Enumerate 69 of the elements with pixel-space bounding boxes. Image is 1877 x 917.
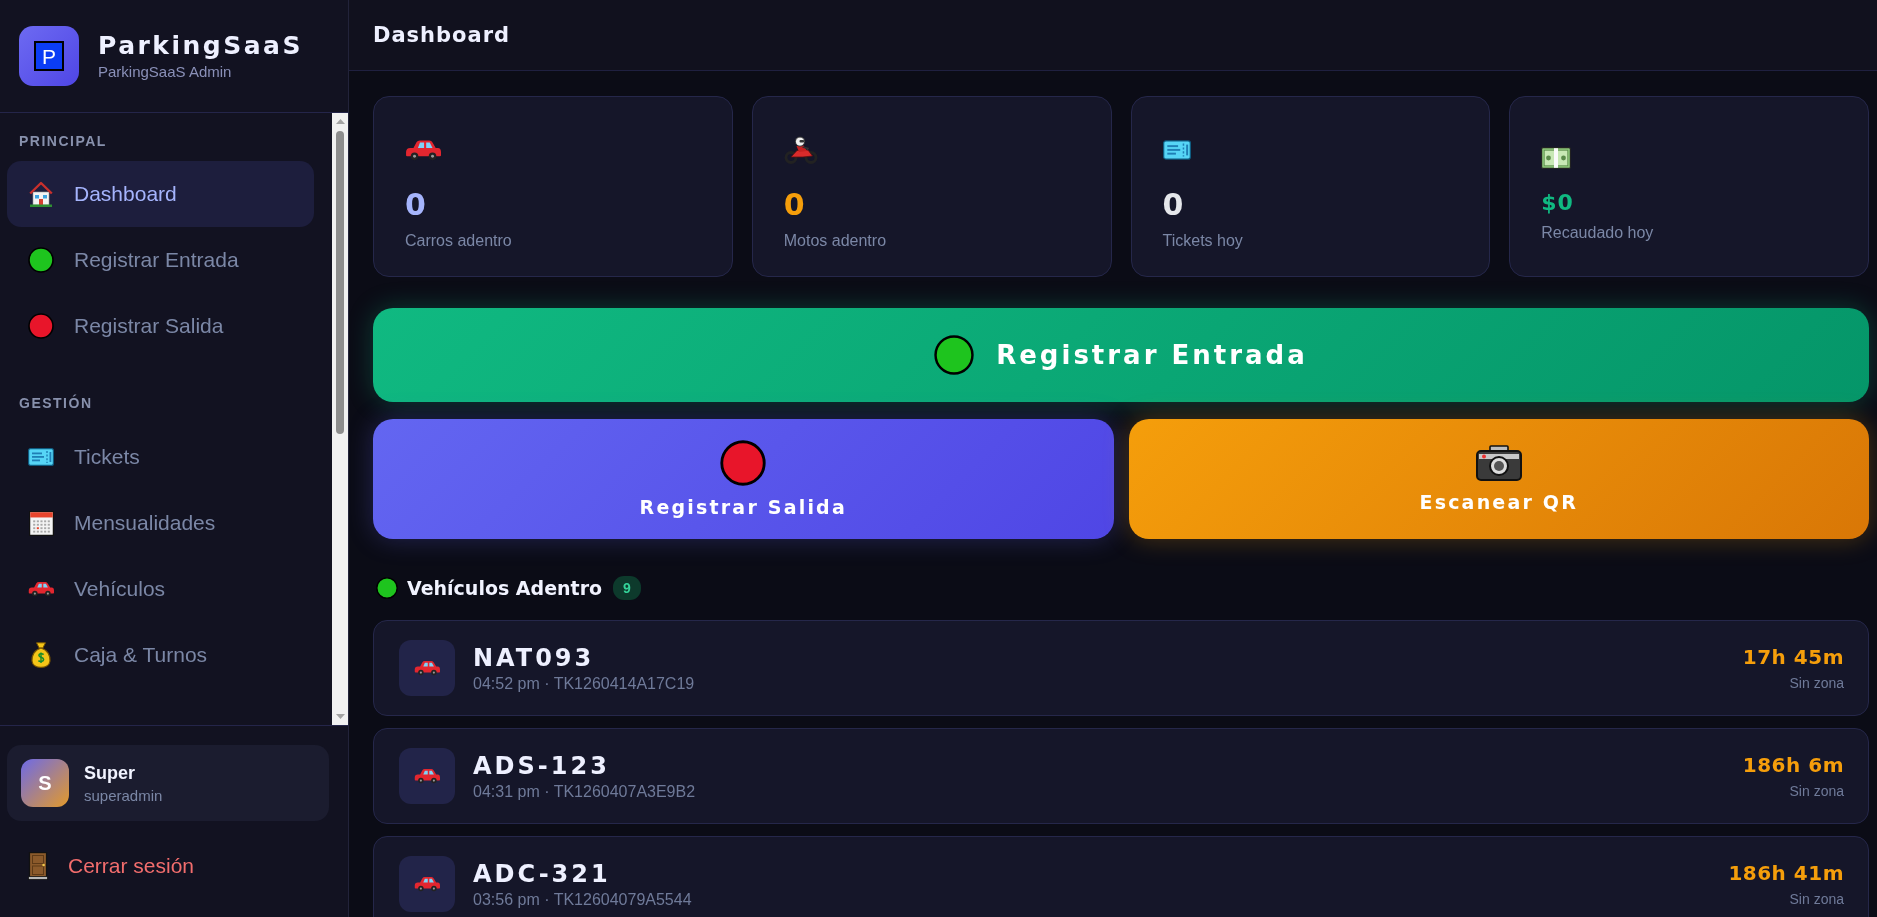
car-icon — [399, 640, 455, 696]
calendar-icon — [28, 510, 54, 536]
parking-sign: P — [34, 41, 64, 71]
stat-value: 0 — [405, 190, 427, 220]
scroll-up-icon — [335, 119, 345, 124]
nav-item[interactable]: Registrar Salida — [7, 293, 314, 359]
stat-label: Recaudado hoy — [1541, 224, 1654, 242]
plate-number: ADC-321 — [473, 859, 612, 888]
house-icon — [29, 181, 53, 207]
nav-item[interactable]: Dashboard — [7, 161, 314, 227]
entry-details: 04:31 pm · TK1260407A3E9B2 — [473, 781, 697, 801]
status-dot-icon — [376, 577, 398, 599]
car-icon — [399, 748, 455, 804]
user-handle: superadmin — [84, 786, 163, 804]
duration: 17h 45m — [1742, 644, 1844, 669]
circle-icon — [28, 247, 54, 273]
logout-button[interactable]: Cerrar sesión — [7, 846, 201, 886]
page-title: Dashboard — [373, 23, 511, 47]
motorcycle-icon — [783, 136, 818, 164]
circle-icon — [28, 313, 54, 339]
scrollbar-thumb[interactable] — [336, 131, 344, 434]
count-badge: 9 — [613, 576, 641, 600]
user-name: Super — [84, 762, 136, 784]
car-icon — [405, 139, 441, 161]
app-name: ParkingSaaS — [98, 31, 303, 60]
app-subtitle: ParkingSaaS Admin — [98, 63, 233, 81]
nav-section-label: GESTIÓN — [18, 395, 93, 412]
duration: 186h 6m — [1742, 752, 1844, 777]
circle-icon — [720, 440, 767, 486]
user-avatar: S — [21, 759, 69, 807]
car-icon — [28, 581, 54, 597]
entry-details: 04:52 pm · TK1260414A17C19 — [473, 673, 696, 693]
plate-number: NAT093 — [473, 643, 596, 672]
section-title: Vehículos Adentro — [407, 577, 603, 599]
stat-value: 0 — [783, 190, 806, 220]
nav-item[interactable]: Caja & Turnos — [7, 622, 314, 688]
scrollbar[interactable] — [332, 113, 348, 725]
vehicle-row[interactable]: ADC-321 03:56 pm · TK12604079A5544 186h 41m Sin zona — [373, 836, 1869, 917]
scroll-down-icon — [335, 714, 345, 719]
nav-item[interactable]: Registrar Entrada — [7, 227, 314, 293]
banknote-icon — [1541, 147, 1572, 169]
stat-label: Motos adentro — [783, 232, 887, 250]
door-icon — [28, 852, 48, 880]
zone-label: Sin zona — [1789, 674, 1844, 692]
ticket-icon — [28, 448, 54, 466]
stat-value: 0 — [1162, 190, 1185, 220]
duration: 186h 41m — [1728, 860, 1844, 885]
zone-label: Sin zona — [1789, 782, 1844, 800]
nav-item[interactable]: Tickets — [7, 424, 314, 490]
entry-button[interactable]: Registrar Entrada — [373, 308, 1869, 402]
car-icon — [399, 856, 455, 912]
exit-button[interactable]: Registrar Salida — [373, 419, 1114, 539]
money-bag-icon — [31, 642, 51, 668]
stat-value: $0 — [1541, 192, 1574, 214]
plate-number: ADS-123 — [473, 751, 611, 780]
camera-icon — [1475, 445, 1522, 481]
entry-details: 03:56 pm · TK12604079A5544 — [473, 889, 693, 909]
nav-section-label: PRINCIPAL — [18, 133, 107, 150]
scan-qr-button[interactable]: Escanear QR — [1128, 419, 1869, 539]
vehicle-row[interactable]: ADS-123 04:31 pm · TK1260407A3E9B2 186h 6m Sin zona — [373, 728, 1869, 824]
nav-item[interactable]: Vehículos — [7, 556, 314, 622]
vehicle-row[interactable]: NAT093 04:52 pm · TK1260414A17C19 17h 45m Sin zona — [373, 620, 1869, 716]
nav-item[interactable]: Mensualidades — [7, 490, 314, 556]
zone-label: Sin zona — [1789, 890, 1844, 908]
stat-label: Tickets hoy — [1162, 232, 1243, 250]
user-card[interactable]: S Super superadmin — [7, 745, 329, 821]
stat-label: Carros adentro — [405, 232, 512, 250]
ticket-icon — [1162, 140, 1191, 160]
circle-icon — [934, 335, 975, 375]
